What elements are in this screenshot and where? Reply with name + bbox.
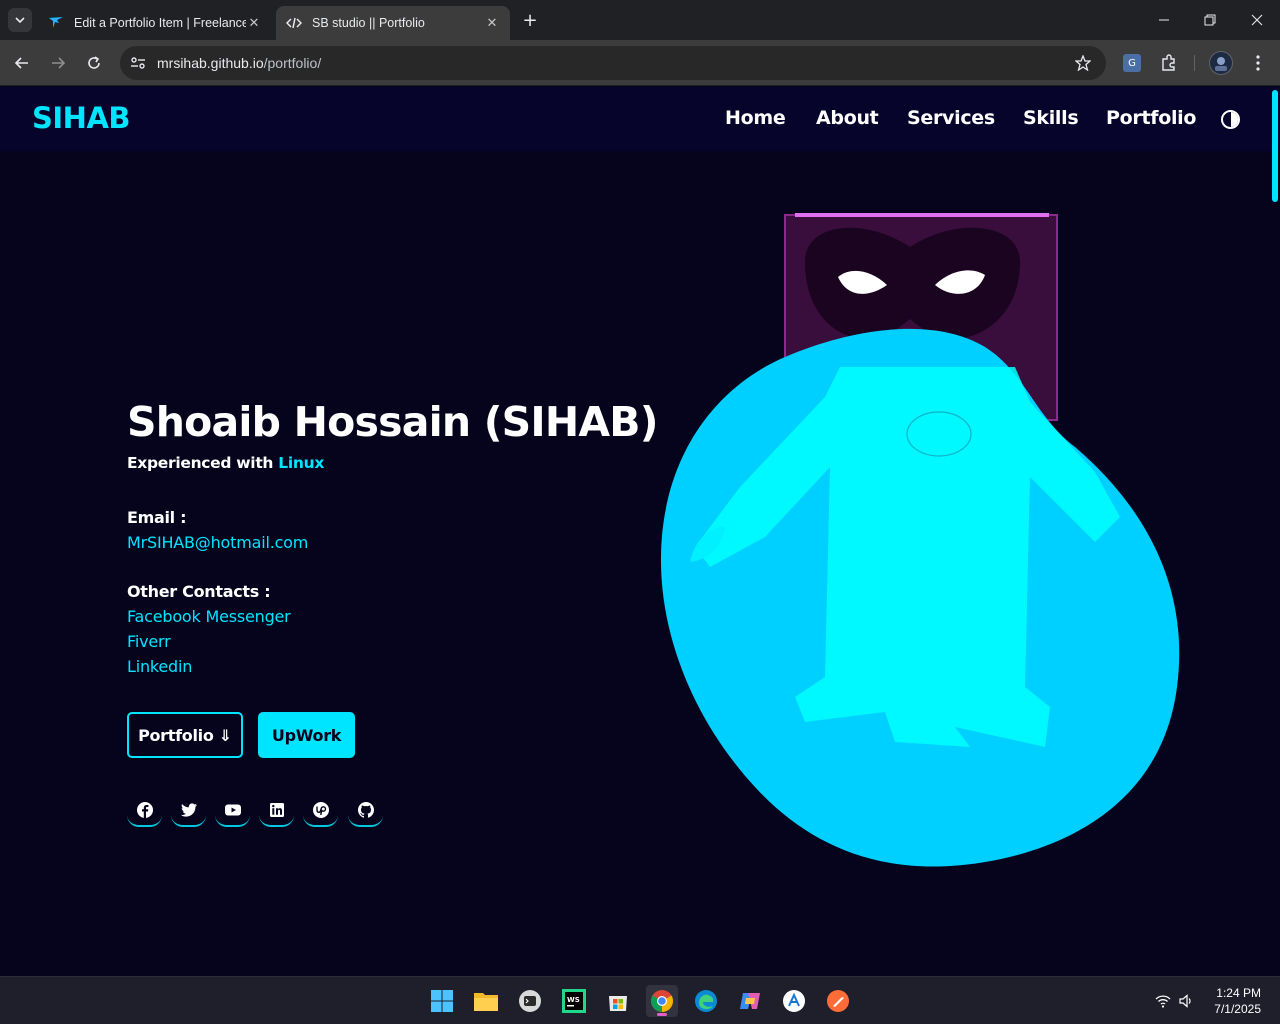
url-text[interactable]: mrsihab.github.io/portfolio/ bbox=[157, 55, 321, 71]
email-label: Email : bbox=[127, 508, 187, 527]
arrow-left-icon bbox=[14, 57, 28, 69]
portfolio-button[interactable]: Portfolio ⇓ bbox=[127, 712, 243, 758]
google-translate-icon[interactable]: G bbox=[1123, 54, 1141, 72]
page-viewport: SIHAB Home About Services Skills Portfol… bbox=[0, 87, 1280, 976]
nav-services[interactable]: Services bbox=[907, 107, 995, 129]
close-icon[interactable]: ✕ bbox=[246, 15, 262, 31]
file-explorer-icon[interactable] bbox=[470, 985, 502, 1017]
clock-time: 1:24 PM bbox=[1216, 986, 1261, 1000]
webstorm-icon[interactable]: WS bbox=[558, 985, 590, 1017]
system-clock[interactable]: 1:24 PM 7/1/2025 bbox=[1214, 985, 1261, 1017]
restore-icon[interactable] bbox=[1198, 8, 1222, 32]
freelancer-bird-icon bbox=[48, 15, 64, 31]
tab-portfolio[interactable]: SB studio || Portfolio ✕ bbox=[276, 6, 510, 40]
minimize-icon[interactable] bbox=[1152, 8, 1176, 32]
active-app-indicator bbox=[657, 1013, 667, 1016]
wifi-icon[interactable] bbox=[1155, 993, 1171, 1009]
tab-search-button[interactable] bbox=[8, 8, 32, 32]
linkedin-icon[interactable] bbox=[259, 794, 294, 827]
tab-freelancer[interactable]: Edit a Portfolio Item | Freelancer ✕ bbox=[38, 6, 272, 40]
close-icon[interactable]: ✕ bbox=[484, 15, 500, 31]
url-path: /portfolio/ bbox=[263, 55, 322, 71]
hero-avatar-image bbox=[655, 207, 1195, 867]
extensions-puzzle-icon[interactable] bbox=[1157, 51, 1181, 75]
profile-avatar[interactable] bbox=[1209, 51, 1233, 75]
subtitle-prefix: Experienced with bbox=[127, 454, 274, 472]
arrow-right-icon bbox=[52, 57, 66, 69]
twitter-icon[interactable] bbox=[171, 794, 206, 827]
edge-icon[interactable] bbox=[690, 985, 722, 1017]
browser-tab-bar: Edit a Portfolio Item | Freelancer ✕ SB … bbox=[0, 0, 1280, 40]
contact-link-fiverr[interactable]: Fiverr bbox=[127, 632, 171, 651]
terminal-icon[interactable] bbox=[514, 985, 546, 1017]
windows-taskbar: WS 1:24 PM 7/1/2025 bbox=[0, 976, 1280, 1024]
nav-about[interactable]: About bbox=[816, 107, 879, 129]
browser-toolbar: mrsihab.github.io/portfolio/ G bbox=[0, 40, 1280, 86]
toolbar-divider bbox=[1194, 55, 1195, 71]
postman-icon[interactable] bbox=[822, 985, 854, 1017]
nav-home[interactable]: Home bbox=[725, 107, 786, 129]
hero-name: Shoaib Hossain (SIHAB) bbox=[127, 398, 658, 446]
github-icon[interactable] bbox=[348, 794, 383, 827]
reload-button[interactable] bbox=[82, 51, 106, 75]
new-tab-button[interactable]: + bbox=[518, 10, 542, 31]
nav-portfolio[interactable]: Portfolio bbox=[1106, 107, 1196, 129]
contacts-label: Other Contacts : bbox=[127, 582, 271, 601]
reload-icon bbox=[88, 56, 100, 69]
kebab-menu-icon[interactable] bbox=[1246, 51, 1270, 75]
subtitle-accent: Linux bbox=[278, 454, 325, 472]
back-button[interactable] bbox=[10, 51, 34, 75]
email-link[interactable]: MrSIHAB@hotmail.com bbox=[127, 533, 308, 552]
tab-title: Edit a Portfolio Item | Freelancer bbox=[74, 16, 246, 30]
address-bar[interactable]: mrsihab.github.io/portfolio/ bbox=[120, 46, 1106, 80]
site-header: SIHAB Home About Services Skills Portfol… bbox=[0, 87, 1280, 151]
chevron-down-icon bbox=[15, 17, 25, 24]
volume-icon[interactable] bbox=[1178, 993, 1194, 1009]
svg-text:WS: WS bbox=[567, 996, 580, 1004]
app-store-icon[interactable] bbox=[778, 985, 810, 1017]
theme-toggle-icon[interactable] bbox=[1221, 110, 1240, 129]
contact-link-linkedin[interactable]: Linkedin bbox=[127, 657, 192, 676]
chrome-icon[interactable] bbox=[646, 985, 678, 1017]
bookmark-star-icon[interactable] bbox=[1072, 52, 1094, 74]
facebook-icon[interactable] bbox=[127, 794, 162, 827]
clock-date: 7/1/2025 bbox=[1214, 1002, 1261, 1016]
microsoft-store-icon[interactable] bbox=[602, 985, 634, 1017]
site-info-icon[interactable] bbox=[128, 53, 148, 73]
nav-skills[interactable]: Skills bbox=[1023, 107, 1079, 129]
scrollbar-thumb[interactable] bbox=[1272, 90, 1278, 202]
tab-title: SB studio || Portfolio bbox=[312, 16, 425, 30]
url-host: mrsihab.github.io bbox=[157, 55, 264, 71]
forward-button[interactable] bbox=[46, 51, 70, 75]
contact-link-messenger[interactable]: Facebook Messenger bbox=[127, 607, 291, 626]
site-logo[interactable]: SIHAB bbox=[32, 101, 131, 135]
upwork-icon[interactable] bbox=[303, 794, 338, 827]
hero-subtitle: Experienced with Linux bbox=[127, 454, 324, 472]
windows-start-icon[interactable] bbox=[426, 985, 458, 1017]
copilot-icon[interactable] bbox=[734, 985, 766, 1017]
youtube-icon[interactable] bbox=[215, 794, 250, 827]
close-window-icon[interactable] bbox=[1245, 8, 1269, 32]
page-scrollbar[interactable] bbox=[1270, 87, 1280, 976]
upwork-button[interactable]: UpWork bbox=[258, 712, 355, 758]
code-icon bbox=[286, 15, 302, 31]
